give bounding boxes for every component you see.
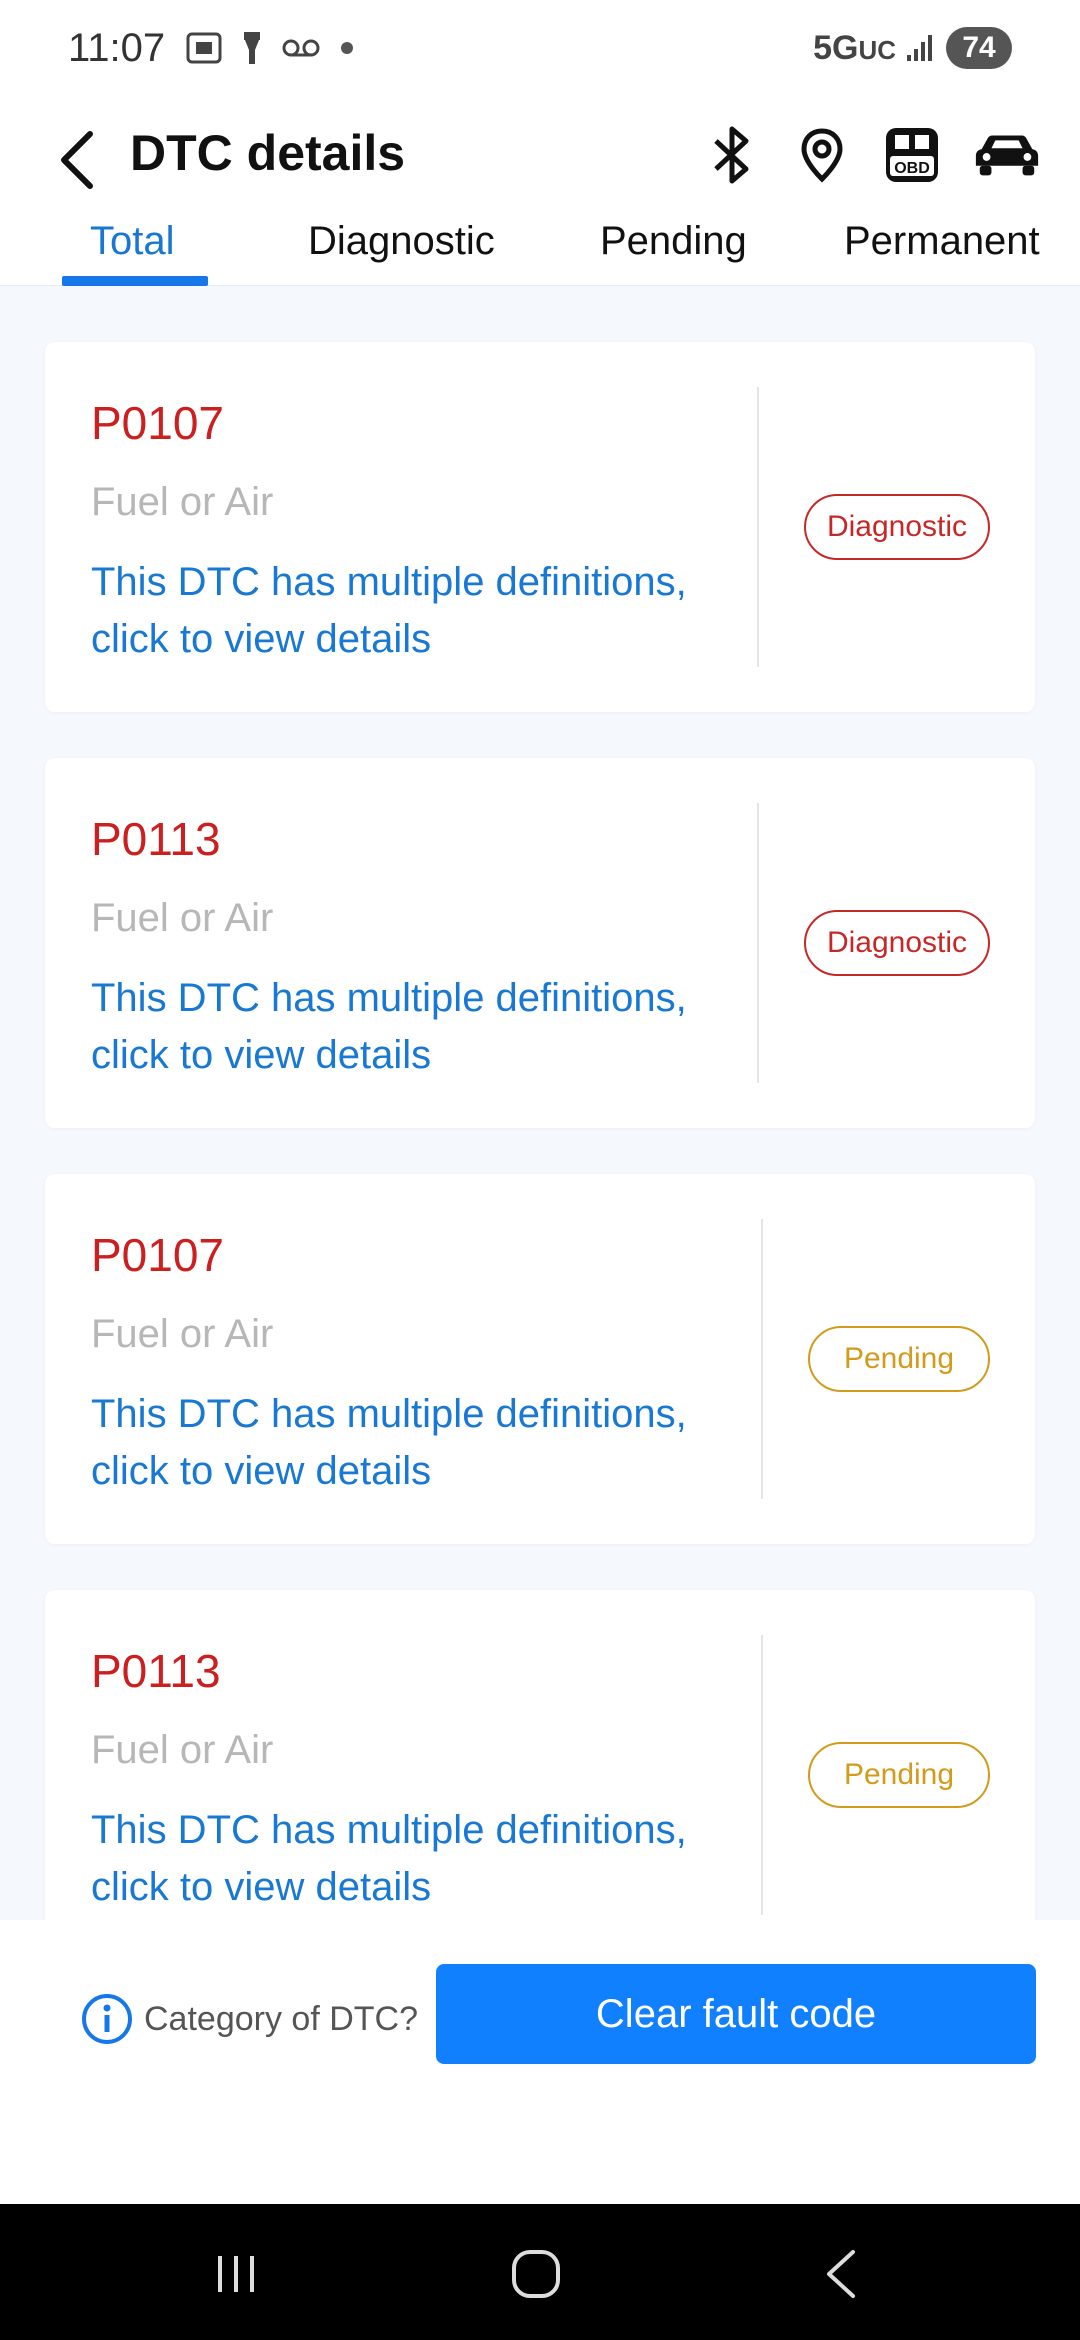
bluetooth-button[interactable] xyxy=(702,120,762,190)
car-icon xyxy=(975,135,1039,176)
location-icon xyxy=(801,128,843,183)
recent-apps-icon xyxy=(218,2256,254,2292)
dtc-details-link[interactable]: This DTC has multiple definitions, click… xyxy=(91,554,731,668)
card-divider xyxy=(761,1635,763,1915)
bluetooth-icon xyxy=(714,126,749,184)
dtc-details-link[interactable]: This DTC has multiple definitions, click… xyxy=(91,1386,731,1500)
voicemail-icon xyxy=(282,39,320,57)
recent-apps-button[interactable] xyxy=(206,2244,266,2304)
clear-fault-code-button[interactable]: Clear fault code xyxy=(436,1964,1036,2064)
dtc-category-info-button[interactable]: Category of DTC? xyxy=(80,1992,418,2046)
dtc-type: Fuel or Air xyxy=(91,1728,274,1772)
dot-icon xyxy=(341,42,354,54)
dtc-code: P0113 xyxy=(91,813,221,865)
header-icons: OBD xyxy=(702,120,1042,190)
dtc-card[interactable]: P0113 Fuel or Air This DTC has multiple … xyxy=(45,1590,1035,1960)
dtc-card[interactable]: P0107 Fuel or Air This DTC has multiple … xyxy=(45,342,1035,712)
flashlight-icon xyxy=(244,32,261,64)
screenshot-icon xyxy=(186,32,222,64)
tab-bar: Total Diagnostic Pending Permanent xyxy=(0,218,1080,286)
status-time: 11:07 xyxy=(68,25,166,70)
status-badge: Diagnostic xyxy=(804,494,990,560)
status-badge: Pending xyxy=(808,1326,990,1392)
dtc-code: P0107 xyxy=(91,397,225,449)
system-nav-bar xyxy=(0,2204,1080,2340)
dtc-type: Fuel or Air xyxy=(91,896,274,940)
status-bar: 11:07 5GUC 74 xyxy=(0,0,1080,96)
car-button[interactable] xyxy=(972,120,1042,190)
obd-button[interactable]: OBD xyxy=(882,120,942,190)
info-label: Category of DTC? xyxy=(144,1999,418,2038)
app-header: DTC details OBD xyxy=(0,96,1080,218)
dtc-code: P0113 xyxy=(91,1645,221,1697)
tab-permanent[interactable]: Permanent xyxy=(844,218,1040,286)
obd-icon: OBD xyxy=(886,128,938,182)
home-icon xyxy=(512,2250,560,2298)
dtc-card[interactable]: P0107 Fuel or Air This DTC has multiple … xyxy=(45,1174,1035,1544)
bottom-action-bar: Category of DTC? Clear fault code xyxy=(0,1920,1080,2204)
back-button[interactable] xyxy=(58,130,108,190)
tab-pending[interactable]: Pending xyxy=(600,218,747,286)
tab-diagnostic[interactable]: Diagnostic xyxy=(308,218,495,286)
nav-back-icon xyxy=(827,2250,855,2298)
nav-back-button[interactable] xyxy=(816,2244,866,2304)
card-divider xyxy=(757,387,759,667)
active-tab-indicator xyxy=(62,276,208,286)
signal-icon xyxy=(907,35,932,61)
dtc-details-link[interactable]: This DTC has multiple definitions, click… xyxy=(91,1802,731,1916)
dtc-card[interactable]: P0113 Fuel or Air This DTC has multiple … xyxy=(45,758,1035,1128)
dtc-code: P0107 xyxy=(91,1229,225,1281)
dtc-type: Fuel or Air xyxy=(91,480,274,524)
status-right: 5GUC 74 xyxy=(813,27,1012,69)
status-badge: Pending xyxy=(808,1742,990,1808)
card-divider xyxy=(761,1219,763,1499)
dtc-details-link[interactable]: This DTC has multiple definitions, click… xyxy=(91,970,731,1084)
network-type: 5GUC xyxy=(813,28,896,67)
card-divider xyxy=(757,803,759,1083)
location-button[interactable] xyxy=(792,120,852,190)
status-notification-icons xyxy=(185,30,355,66)
battery-indicator: 74 xyxy=(946,27,1012,69)
home-button[interactable] xyxy=(504,2244,568,2304)
back-icon xyxy=(61,131,93,189)
dtc-type: Fuel or Air xyxy=(91,1312,274,1356)
obd-icon-label: OBD xyxy=(894,160,930,177)
page-title: DTC details xyxy=(130,125,406,181)
info-icon xyxy=(82,1994,132,2044)
status-badge: Diagnostic xyxy=(804,910,990,976)
